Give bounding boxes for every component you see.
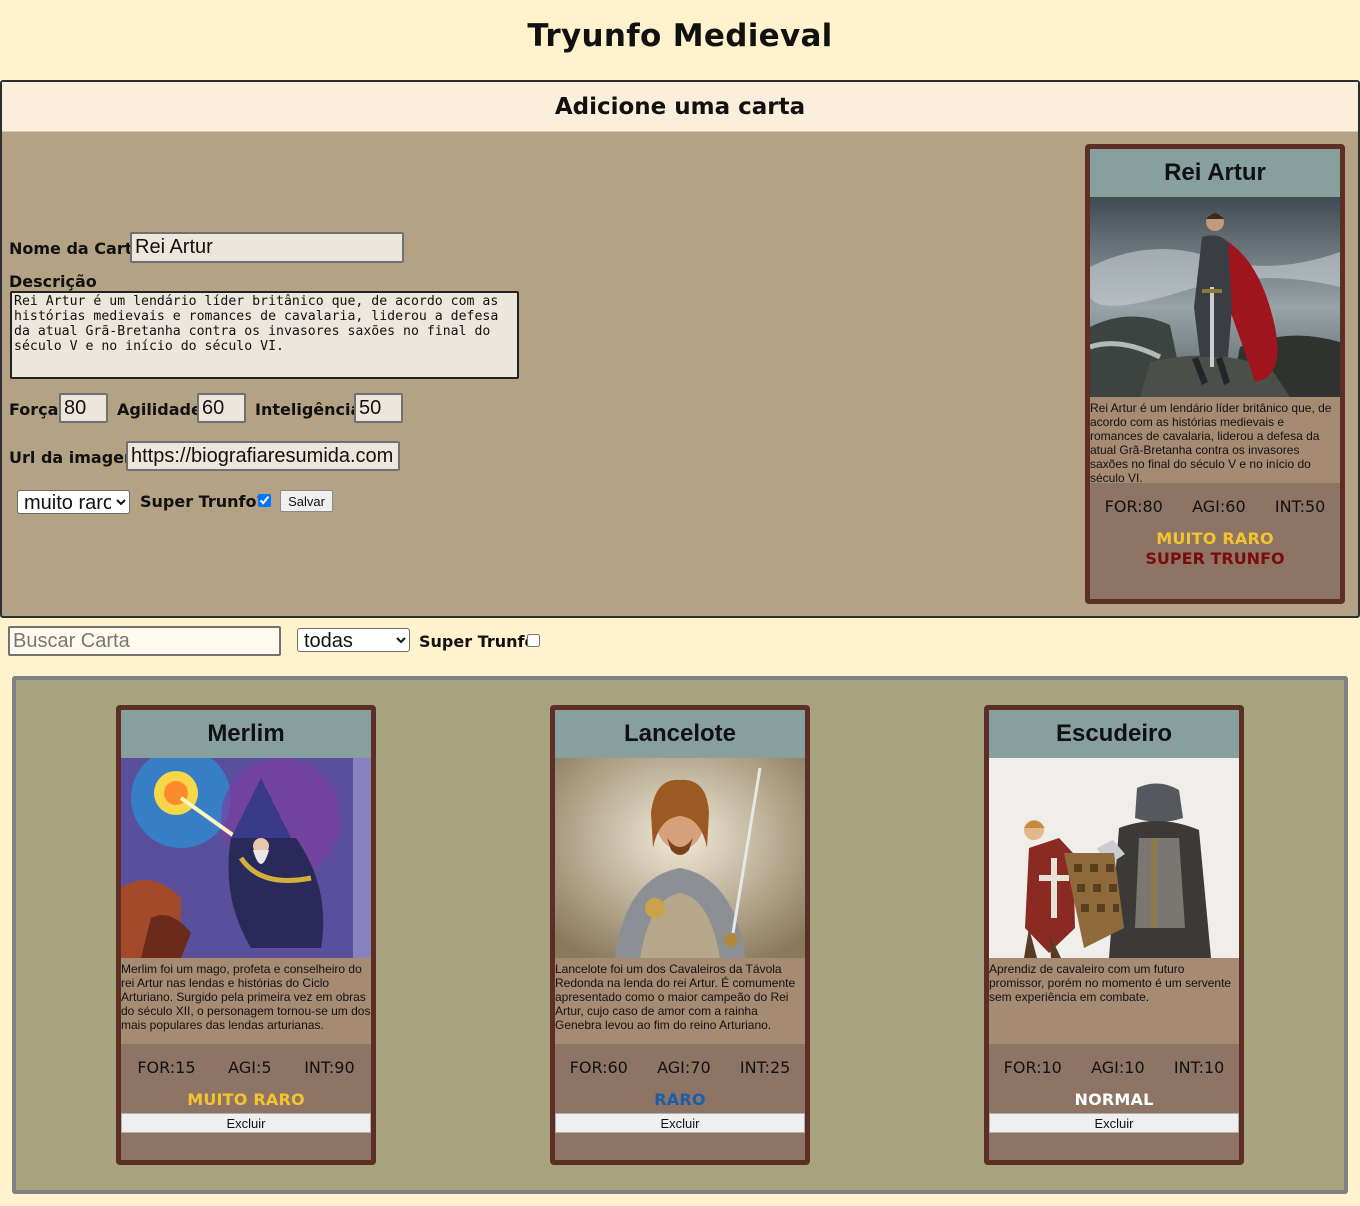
card-name-label: Nome da Carta bbox=[9, 239, 144, 258]
card-stats: FOR:15 AGI:5 INT:90 bbox=[121, 1058, 371, 1077]
card-agility: AGI:10 bbox=[1091, 1058, 1145, 1077]
super-trunfo-checkbox[interactable] bbox=[258, 494, 271, 507]
form-heading: Adicione uma carta bbox=[2, 82, 1358, 132]
add-card-section: Adicione uma carta Nome da Carta Descriç… bbox=[0, 80, 1360, 618]
card-strength: FOR:15 bbox=[137, 1058, 196, 1077]
card-stats: FOR:10 AGI:10 INT:10 bbox=[989, 1058, 1239, 1077]
app-title: Tryunfo Medieval bbox=[527, 18, 833, 54]
search-card-input[interactable] bbox=[8, 626, 281, 656]
card-description: Aprendiz de cavaleiro com um futuro prom… bbox=[989, 958, 1239, 1044]
strength-input[interactable] bbox=[59, 393, 108, 423]
preview-card-agility: AGI:60 bbox=[1192, 497, 1246, 516]
agility-input[interactable] bbox=[197, 393, 246, 423]
save-button[interactable]: Salvar bbox=[280, 490, 333, 512]
deck-card: Merlim Merlim foi um mago, profeta e con… bbox=[116, 705, 376, 1165]
merlin-image bbox=[121, 758, 371, 958]
card-deck: Merlim Merlim foi um mago, profeta e con… bbox=[12, 676, 1348, 1194]
card-agility: AGI:5 bbox=[228, 1058, 272, 1077]
super-trunfo-label: Super Trunfo? bbox=[140, 492, 266, 511]
super-trunfo-filter-checkbox[interactable] bbox=[527, 634, 540, 647]
rarity-filter-select[interactable]: todas bbox=[297, 628, 410, 652]
intelligence-input[interactable] bbox=[354, 393, 403, 423]
card-intelligence: INT:90 bbox=[304, 1058, 355, 1077]
preview-card-super-trunfo: SUPER TRUNFO bbox=[1145, 549, 1285, 568]
delete-button[interactable]: Excluir bbox=[121, 1113, 371, 1133]
delete-button[interactable]: Excluir bbox=[989, 1113, 1239, 1133]
description-label: Descrição bbox=[9, 272, 97, 291]
card-intelligence: INT:25 bbox=[739, 1058, 791, 1077]
card-name-input[interactable] bbox=[130, 232, 404, 263]
image-url-label: Url da imagem bbox=[9, 448, 141, 467]
preview-card-strength: FOR:80 bbox=[1104, 497, 1163, 516]
card-rarity: RARO bbox=[654, 1090, 706, 1109]
card-name: Merlim bbox=[121, 710, 371, 758]
description-textarea[interactable]: Rei Artur é um lendário líder britânico … bbox=[10, 291, 519, 379]
preview-card-description: Rei Artur é um lendário líder britânico … bbox=[1090, 397, 1340, 483]
delete-button[interactable]: Excluir bbox=[555, 1113, 805, 1133]
intelligence-label: Inteligência bbox=[255, 400, 362, 419]
card-name: Lancelote bbox=[555, 710, 805, 758]
image-url-input[interactable] bbox=[126, 441, 400, 471]
agility-label: Agilidade bbox=[117, 400, 202, 419]
deck-card: Lancelote Lancelote foi um dos Cavaleiro… bbox=[550, 705, 810, 1165]
card-strength: FOR:60 bbox=[569, 1058, 628, 1077]
preview-card-rarity: MUITO RARO bbox=[1156, 529, 1274, 548]
lancelot-image bbox=[555, 758, 805, 958]
preview-card-name: Rei Artur bbox=[1090, 149, 1340, 197]
strength-label: Força bbox=[9, 400, 59, 419]
preview-card-intelligence: INT:50 bbox=[1274, 497, 1326, 516]
card-stats: FOR:60 AGI:70 INT:25 bbox=[555, 1058, 805, 1077]
king-arthur-image bbox=[1090, 197, 1340, 397]
card-strength: FOR:10 bbox=[1003, 1058, 1062, 1077]
super-trunfo-filter-label: Super Trunfo bbox=[419, 632, 536, 651]
card-description: Lancelote foi um dos Cavaleiros da Távol… bbox=[555, 958, 805, 1044]
card-rarity: NORMAL bbox=[1074, 1090, 1154, 1109]
card-intelligence: INT:10 bbox=[1173, 1058, 1225, 1077]
card-description: Merlim foi um mago, profeta e conselheir… bbox=[121, 958, 371, 1044]
card-agility: AGI:70 bbox=[657, 1058, 711, 1077]
card-rarity: MUITO RARO bbox=[187, 1090, 305, 1109]
rarity-select[interactable]: muito raro bbox=[17, 490, 130, 514]
squire-image bbox=[989, 758, 1239, 958]
preview-card: Rei Artur Rei Artur é um lendário líder … bbox=[1085, 144, 1345, 604]
deck-card: Escudeiro Aprendiz de cavaleiro com um f… bbox=[984, 705, 1244, 1165]
preview-card-stats: FOR:80 AGI:60 INT:50 bbox=[1090, 497, 1340, 516]
card-name: Escudeiro bbox=[989, 710, 1239, 758]
